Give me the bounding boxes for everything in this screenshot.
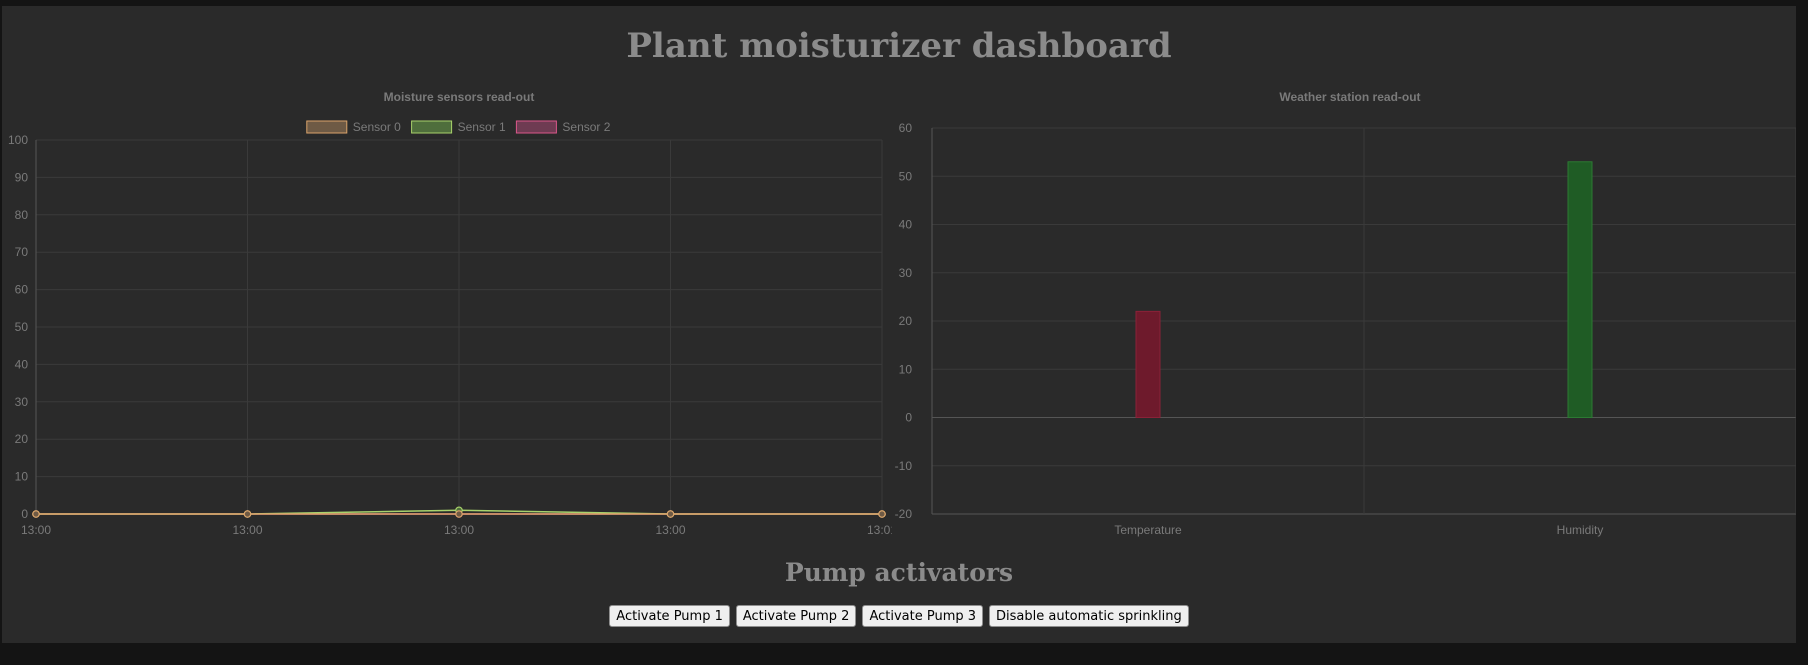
y-tick-label: 80 bbox=[15, 208, 29, 222]
page-title: Plant moisturizer dashboard bbox=[626, 26, 1172, 66]
data-point-sensor-0 bbox=[666, 510, 675, 518]
pump-section-title: Pump activators bbox=[784, 558, 1014, 587]
y-tick-label: 70 bbox=[15, 245, 29, 259]
x-tick-label: 13:00 bbox=[444, 523, 474, 537]
x-tick-label: 13:00 bbox=[232, 523, 262, 537]
y-tick-label: 30 bbox=[15, 395, 29, 409]
legend-label-sensor-1: Sensor 1 bbox=[458, 120, 506, 134]
pump-button-row: Activate Pump 1 Activate Pump 2 Activate… bbox=[2, 605, 1796, 627]
y-tick-label: 60 bbox=[15, 283, 29, 297]
x-category-label: Humidity bbox=[1557, 523, 1604, 537]
bar-humidity bbox=[1567, 161, 1593, 419]
moisture-line-chart: Moisture sensors read-out Sensor 0 Sensor … bbox=[8, 90, 892, 537]
y-tick-label: 30 bbox=[899, 266, 913, 280]
y-tick-label: 0 bbox=[905, 411, 912, 425]
y-tick-label: 20 bbox=[15, 432, 29, 446]
legend-label-sensor-2: Sensor 2 bbox=[562, 120, 610, 134]
y-tick-label: 10 bbox=[15, 470, 29, 484]
dashboard-panel: Plant moisturizer dashboard Moisture sen… bbox=[2, 6, 1796, 643]
y-tick-label: 90 bbox=[15, 170, 29, 184]
data-point-sensor-0 bbox=[878, 510, 886, 518]
x-tick-label: 13:00 bbox=[21, 523, 51, 537]
x-category-label: Temperature bbox=[1114, 523, 1182, 537]
y-tick-label: -20 bbox=[895, 507, 913, 521]
activate-pump-3-button[interactable]: Activate Pump 3 bbox=[862, 605, 984, 627]
bar-temperature bbox=[1135, 310, 1161, 419]
legend-swatch-sensor-1 bbox=[411, 120, 453, 134]
x-tick-label: 13:01 bbox=[867, 523, 892, 537]
x-tick-label: 13:00 bbox=[655, 523, 685, 537]
disable-sprinkling-button[interactable]: Disable automatic sprinkling bbox=[989, 605, 1189, 627]
legend-swatch-sensor-0 bbox=[306, 120, 348, 134]
y-tick-label: -10 bbox=[895, 459, 913, 473]
weather-chart-title: Weather station read-out bbox=[1279, 90, 1420, 104]
y-tick-label: 20 bbox=[899, 314, 913, 328]
y-tick-label: 100 bbox=[8, 133, 28, 147]
y-tick-label: 40 bbox=[899, 218, 913, 232]
data-point-sensor-0 bbox=[243, 510, 252, 518]
weather-bar-chart: Weather station read-out -20 -10 0 10 20 30 40 5… bbox=[895, 90, 1796, 537]
legend-label-sensor-0: Sensor 0 bbox=[353, 120, 401, 134]
moisture-chart-title: Moisture sensors read-out bbox=[384, 90, 535, 104]
y-tick-label: 50 bbox=[899, 169, 913, 183]
y-tick-label: 60 bbox=[899, 121, 913, 135]
y-tick-label: 40 bbox=[15, 357, 29, 371]
activate-pump-1-button[interactable]: Activate Pump 1 bbox=[609, 605, 730, 627]
y-tick-label: 50 bbox=[15, 320, 29, 334]
data-point-sensor-0 bbox=[455, 510, 463, 518]
activate-pump-2-button[interactable]: Activate Pump 2 bbox=[735, 605, 857, 627]
y-tick-label: 10 bbox=[899, 362, 913, 376]
y-tick-label: 0 bbox=[21, 507, 28, 521]
legend-swatch-sensor-2 bbox=[515, 120, 557, 134]
data-point-sensor-0 bbox=[32, 510, 40, 518]
